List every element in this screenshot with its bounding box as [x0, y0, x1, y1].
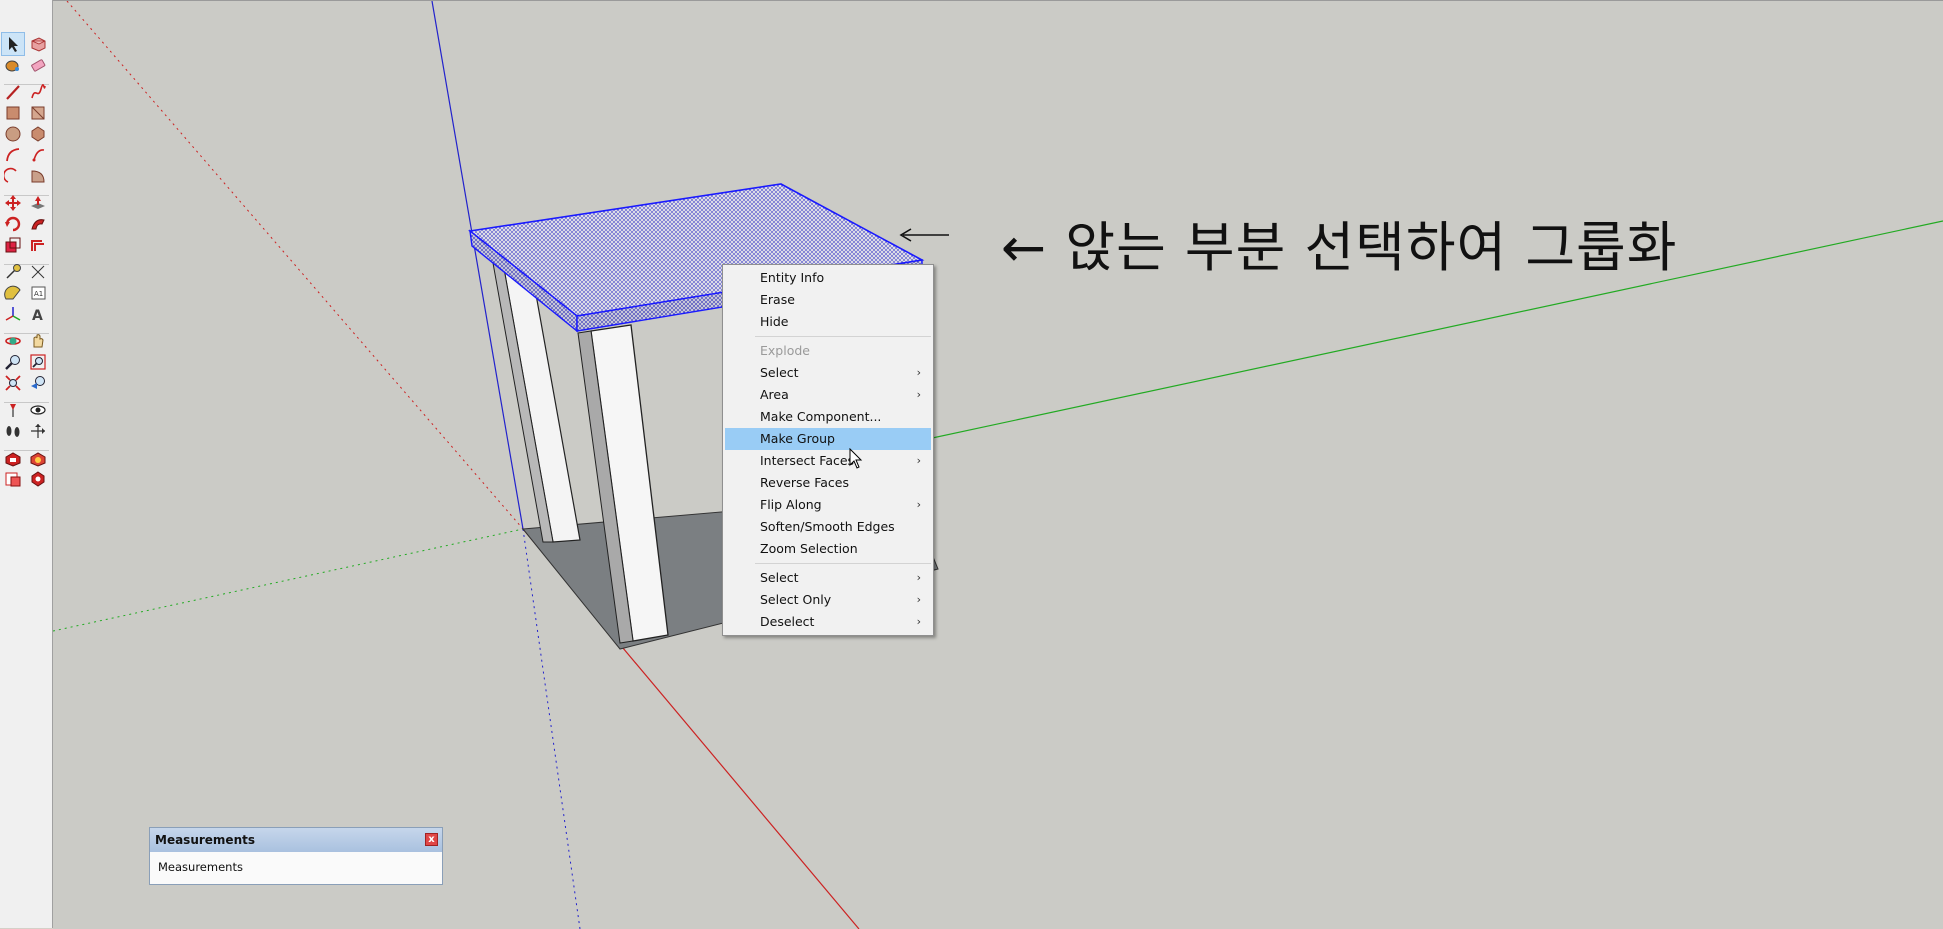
- menu-item-make-component[interactable]: Make Component...: [725, 406, 931, 428]
- menu-item-soften-smooth-edges[interactable]: Soften/Smooth Edges: [725, 516, 931, 538]
- arc-tool-icon[interactable]: [2, 144, 24, 166]
- look-around-icon[interactable]: [27, 399, 49, 421]
- menu-item-label: Select: [760, 365, 799, 380]
- select-tool-icon[interactable]: [1, 32, 25, 56]
- menu-item-area[interactable]: Area ›: [725, 384, 931, 406]
- push-pull-icon[interactable]: [27, 192, 49, 214]
- menu-item-hide[interactable]: Hide: [725, 311, 931, 333]
- submenu-arrow-icon: ›: [916, 366, 921, 379]
- 3d-text-icon[interactable]: A: [27, 303, 49, 325]
- submenu-arrow-icon: ›: [916, 571, 921, 584]
- menu-item-explode: Explode: [725, 340, 931, 362]
- make-component-icon[interactable]: [27, 33, 49, 55]
- toolbar-grip: [0, 0, 53, 34]
- submenu-arrow-icon: ›: [916, 388, 921, 401]
- submenu-arrow-icon: ›: [916, 615, 921, 628]
- layout-send-icon[interactable]: [2, 468, 24, 490]
- red-axis-negative: [66, 1, 524, 530]
- circle-tool-icon[interactable]: [2, 123, 24, 145]
- menu-item-entity-info[interactable]: Entity Info: [725, 267, 931, 289]
- menu-item-deselect[interactable]: Deselect ›: [725, 611, 931, 633]
- menu-item-label: Make Component...: [760, 409, 882, 424]
- zoom-window-icon[interactable]: [27, 351, 49, 373]
- menu-item-make-group[interactable]: Make Group: [725, 428, 931, 450]
- menu-item-erase[interactable]: Erase: [725, 289, 931, 311]
- menu-item-label: Zoom Selection: [760, 541, 858, 556]
- measurements-title: Measurements: [155, 833, 255, 847]
- polygon-tool-icon[interactable]: [27, 123, 49, 145]
- menu-item-label: Flip Along: [760, 497, 822, 512]
- freehand-tool-icon[interactable]: [27, 81, 49, 103]
- mouse-cursor-icon: [849, 448, 863, 469]
- menu-item-select[interactable]: Select ›: [725, 362, 931, 384]
- position-camera-icon[interactable]: [2, 399, 24, 421]
- paint-bucket-icon[interactable]: [2, 54, 24, 76]
- submenu-arrow-icon: ›: [916, 454, 921, 467]
- three-point-arc-icon[interactable]: [27, 165, 49, 187]
- menu-item-label: Erase: [760, 292, 795, 307]
- extension-warehouse-icon[interactable]: [27, 447, 49, 469]
- warehouse-icon[interactable]: [2, 447, 24, 469]
- menu-item-label: Explode: [760, 343, 810, 358]
- menu-item-label: Select Only: [760, 592, 832, 607]
- menu-item-reverse-faces[interactable]: Reverse Faces: [725, 472, 931, 494]
- follow-me-icon[interactable]: [27, 213, 49, 235]
- zoom-tool-icon[interactable]: [2, 351, 24, 373]
- modeling-viewport[interactable]: ← 앉는 부분 선택하여 그룹화 Entity Info Erase Hide Exp…: [53, 0, 1943, 929]
- menu-item-label: Reverse Faces: [760, 475, 849, 490]
- menu-item-label: Deselect: [760, 614, 815, 629]
- menu-item-label: Intersect Faces: [760, 453, 855, 468]
- text-tool-icon[interactable]: A1: [27, 282, 49, 304]
- menu-item-label: Hide: [760, 314, 789, 329]
- measurements-label: Measurements: [158, 860, 243, 874]
- two-point-arc-icon[interactable]: [2, 165, 24, 187]
- offset-tool-icon[interactable]: [27, 234, 49, 256]
- extension-manager-icon[interactable]: [27, 468, 49, 490]
- zoom-extents-icon[interactable]: [2, 372, 24, 394]
- close-icon[interactable]: x: [425, 833, 438, 846]
- menu-item-label: Entity Info: [760, 270, 825, 285]
- svg-text:A: A: [32, 308, 43, 323]
- measurements-title-bar: Measurements x: [150, 828, 442, 852]
- axes-tool-icon[interactable]: [2, 303, 24, 325]
- rotate-tool-icon[interactable]: [2, 213, 24, 235]
- orbit-tool-icon[interactable]: [2, 330, 24, 352]
- line-tool-icon[interactable]: [2, 81, 24, 103]
- measurements-panel[interactable]: Measurements x Measurements: [149, 827, 443, 885]
- menu-item-intersect-faces[interactable]: Intersect Faces ›: [725, 450, 931, 472]
- eraser-icon[interactable]: [27, 54, 49, 76]
- protractor-icon[interactable]: [2, 282, 24, 304]
- menu-item-select[interactable]: Select ›: [725, 567, 931, 589]
- menu-item-label: Area: [760, 387, 789, 402]
- pie-tool-icon[interactable]: [27, 144, 49, 166]
- model-scene: [53, 1, 1943, 929]
- left-toolbar: A1 A: [0, 0, 53, 928]
- previous-view-icon[interactable]: [27, 372, 49, 394]
- menu-item-label: Soften/Smooth Edges: [760, 519, 895, 534]
- move-tool-icon[interactable]: [2, 192, 24, 214]
- tape-measure-icon[interactable]: [2, 261, 24, 283]
- annotation-text: ← 앉는 부분 선택하여 그룹화: [1001, 216, 1678, 279]
- svg-text:A1: A1: [34, 290, 43, 298]
- submenu-arrow-icon: ›: [916, 593, 921, 606]
- green-axis-negative: [53, 528, 524, 632]
- menu-separator: [755, 563, 931, 564]
- menu-item-label: Make Group: [760, 431, 835, 446]
- menu-item-select-only[interactable]: Select Only ›: [725, 589, 931, 611]
- context-menu[interactable]: Entity Info Erase Hide Explode Select › Area › M…: [722, 264, 934, 636]
- menu-item-label: Select: [760, 570, 799, 585]
- pan-tool-icon[interactable]: [27, 330, 49, 352]
- rectangle-tool-icon[interactable]: [2, 102, 24, 124]
- menu-item-zoom-selection[interactable]: Zoom Selection: [725, 538, 931, 560]
- menu-item-flip-along[interactable]: Flip Along ›: [725, 494, 931, 516]
- walk-tool-icon[interactable]: [2, 420, 24, 442]
- submenu-arrow-icon: ›: [916, 498, 921, 511]
- scale-tool-icon[interactable]: [2, 234, 24, 256]
- section-plane-icon[interactable]: [27, 420, 49, 442]
- rotated-rectangle-icon[interactable]: [27, 102, 49, 124]
- menu-separator: [755, 336, 931, 337]
- dimension-tool-icon[interactable]: [27, 261, 49, 283]
